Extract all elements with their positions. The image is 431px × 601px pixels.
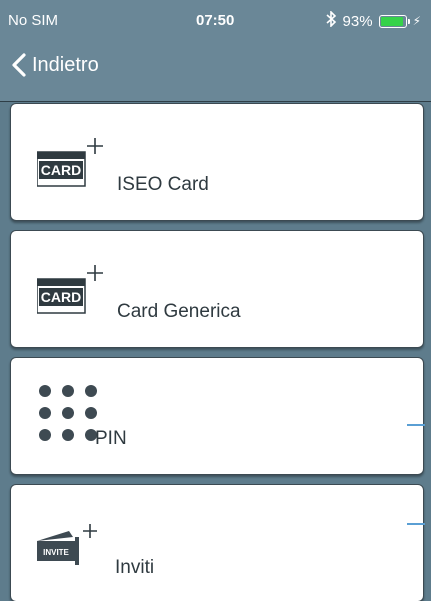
item-label: Card Generica <box>117 301 241 322</box>
card-icon-text: CARD <box>41 162 81 178</box>
status-bar: No SIM 07:50 93% ⚡ <box>0 0 431 40</box>
clock: 07:50 <box>196 12 235 29</box>
accent-line <box>407 424 425 426</box>
card-icon-text: CARD <box>41 289 81 305</box>
item-label: PIN <box>95 428 127 449</box>
credential-type-list: CARD ISEO Card CARD Card Generica PIN IN… <box>0 92 431 601</box>
status-indicators: 93% ⚡ <box>326 10 421 31</box>
navigation-bar: Indietro <box>0 40 431 92</box>
list-item-pin[interactable]: PIN <box>10 357 425 475</box>
accent-line <box>407 523 425 525</box>
back-label: Indietro <box>32 53 99 76</box>
list-item-iseo-card[interactable]: CARD ISEO Card <box>10 103 424 221</box>
bluetooth-icon <box>326 10 337 31</box>
item-label: ISEO Card <box>117 174 209 195</box>
battery-percent: 93% <box>342 12 373 30</box>
list-top-strip <box>0 92 431 102</box>
chevron-left-icon <box>10 53 28 77</box>
carrier-label: No SIM <box>8 12 59 29</box>
invite-icon-text: INVITE <box>43 548 69 557</box>
back-button[interactable]: Indietro <box>10 53 99 77</box>
battery-icon <box>378 14 410 28</box>
keypad-dots-icon <box>37 382 103 453</box>
card-plus-icon: CARD <box>36 265 109 320</box>
battery-level-fill <box>380 16 403 26</box>
card-plus-icon: CARD <box>36 138 109 193</box>
list-item-inviti[interactable]: INVITE Inviti <box>10 484 425 601</box>
charging-icon: ⚡ <box>412 14 421 28</box>
item-label: Inviti <box>115 557 155 578</box>
list-item-card-generica[interactable]: CARD Card Generica <box>10 230 424 348</box>
invite-plus-icon: INVITE <box>35 523 107 574</box>
